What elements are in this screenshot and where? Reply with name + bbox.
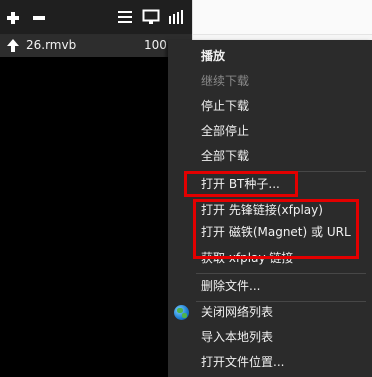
menu-item-close-network-list[interactable]: 关闭网络列表 (168, 300, 372, 325)
menu-item-download-all[interactable]: 全部下载 (168, 144, 372, 169)
table-row[interactable]: 26.rmvb 100.0% (0, 35, 192, 57)
task-name: 26.rmvb (26, 38, 77, 52)
signal-bars-icon[interactable] (168, 9, 186, 25)
menu-item-open-magnet-url[interactable]: 打开 磁铁(Magnet) 或 URL (168, 220, 372, 245)
menu-item-stop-download[interactable]: 停止下载 (168, 94, 372, 119)
background-window-header (193, 0, 372, 35)
menu-item-resume-download: 继续下载 (201, 74, 250, 88)
context-menu: 播放 继续下载 停止下载 全部停止 全部下载 打开 BT种子... 打开 先锋链… (168, 40, 372, 377)
list-menu-icon[interactable] (117, 9, 133, 25)
toolbar (0, 0, 192, 35)
menu-item-stop-all[interactable]: 全部停止 (168, 119, 372, 144)
menu-item-open-bt-torrent[interactable]: 打开 BT种子... (168, 172, 372, 197)
menu-item-delete-file[interactable]: 删除文件... (168, 274, 372, 299)
remove-icon[interactable] (30, 9, 48, 27)
add-icon[interactable] (4, 9, 22, 27)
menu-item-open-file-location[interactable]: 打开文件位置... (168, 350, 372, 375)
screen-icon[interactable] (142, 9, 160, 25)
menu-item-import-local-list[interactable]: 导入本地列表 (168, 325, 372, 350)
upload-arrow-icon (6, 38, 20, 54)
menu-item-get-xfplay-link[interactable]: 获取 xfplay 链接 (168, 246, 372, 271)
menu-item-play[interactable]: 播放 (168, 44, 372, 69)
